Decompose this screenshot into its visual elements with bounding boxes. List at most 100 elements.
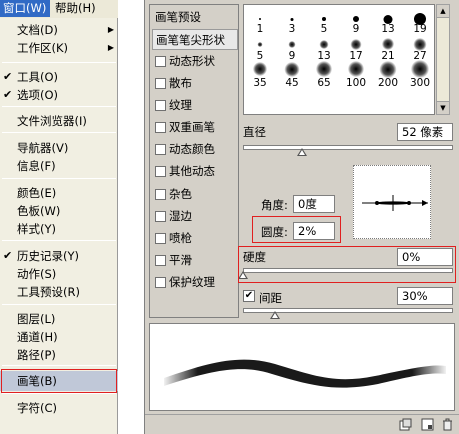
menu-item-channels[interactable]: 通道(H)	[0, 327, 118, 347]
option-protect-texture[interactable]: 保护纹理	[152, 272, 238, 293]
menu-item-label: 图层(L)	[17, 312, 56, 326]
menu-separator	[2, 304, 116, 305]
option-brush-tip-shape[interactable]: 画笔笔尖形状	[152, 29, 238, 50]
brush-preset[interactable]: 17	[340, 34, 372, 62]
option-shape-dynamics[interactable]: 动态形状	[152, 51, 238, 72]
spacing-checkbox[interactable]: ✔	[243, 290, 255, 302]
option-checkbox[interactable]	[155, 100, 166, 111]
option-color-dynamics[interactable]: 动态颜色	[152, 139, 238, 160]
brush-preset[interactable]: 13	[308, 34, 340, 62]
brush-preset[interactable]: 27	[404, 34, 434, 62]
brush-preset[interactable]: 200	[372, 60, 404, 89]
brush-panel: 画笔预设 画笔笔尖形状动态形状散布 纹理 双重画笔动态颜色其他动态 杂色 湿边 喷枪 平滑 保护…	[144, 0, 459, 434]
brush-preset[interactable]: 300	[404, 60, 434, 89]
diameter-label: 直径	[243, 125, 266, 139]
brush-preset[interactable]: 19	[404, 7, 434, 35]
option-airbrush[interactable]: 喷枪	[152, 228, 238, 249]
option-checkbox[interactable]	[155, 189, 166, 200]
diameter-field[interactable]: 52 像素	[397, 123, 453, 141]
menu-item-document[interactable]: 文档(D) ▶	[0, 20, 118, 40]
brush-preset[interactable]: 35	[244, 61, 276, 89]
spacing-field[interactable]: 30%	[397, 287, 453, 305]
option-label: 动态形状	[169, 54, 215, 68]
menu-bar-window[interactable]: 窗口(W)	[0, 0, 50, 17]
brush-tip-swatch	[381, 105, 395, 114]
menu-item-tools[interactable]: 工具(O) ✔	[0, 67, 118, 87]
preset-scrollbar[interactable]: ▲ ▼	[436, 4, 450, 115]
brush-tip-swatch	[284, 61, 300, 77]
option-dual-brush[interactable]: 双重画笔	[152, 117, 238, 138]
menu-item-paths[interactable]: 路径(P)	[0, 345, 118, 365]
menu-item-swatches[interactable]: 色板(W)	[0, 201, 118, 221]
menu-item-character[interactable]: 字符(C)	[0, 398, 118, 418]
option-other-dynamics[interactable]: 其他动态	[152, 161, 238, 182]
diameter-slider[interactable]	[243, 145, 453, 150]
brush-size-label: 35	[253, 77, 267, 89]
menu-item-styles[interactable]: 样式(Y)	[0, 219, 118, 239]
brush-preset[interactable]: 9	[276, 34, 308, 62]
option-checkbox[interactable]	[155, 144, 166, 155]
brush-preset[interactable]: 9	[340, 7, 372, 35]
menu-item-navigator[interactable]: 导航器(V)	[0, 138, 118, 158]
menu-item-label: 历史记录(Y)	[17, 249, 79, 263]
scroll-up-icon[interactable]: ▲	[437, 5, 449, 18]
brush-preset[interactable]: 3	[276, 7, 308, 35]
menu-item-tool-presets[interactable]: 工具预设(R)	[0, 282, 118, 302]
option-noise[interactable]: 杂色	[152, 184, 238, 205]
brush-tip-swatch	[350, 38, 362, 50]
trash-icon[interactable]	[441, 418, 454, 431]
brush-tip-swatch	[253, 105, 267, 114]
option-label: 动态颜色	[169, 142, 215, 156]
menu-item-file-browser[interactable]: 文件浏览器(I)	[0, 111, 118, 131]
option-checkbox[interactable]	[155, 122, 166, 133]
brush-tip-swatch	[382, 38, 394, 50]
brush-preset[interactable]: 5	[308, 7, 340, 35]
menu-item-layers[interactable]: 图层(L)	[0, 309, 118, 329]
option-checkbox[interactable]	[155, 233, 166, 244]
check-icon: ✔	[3, 88, 13, 101]
brush-preset[interactable]: 1	[244, 7, 276, 35]
menu-item-label: 工作区(K)	[17, 41, 69, 55]
brush-preset[interactable]: 21	[372, 34, 404, 62]
angle-roundness-preview[interactable]	[353, 165, 431, 239]
option-scattering[interactable]: 散布	[152, 73, 238, 94]
option-brush-presets[interactable]: 画笔预设	[152, 7, 238, 28]
option-smoothing[interactable]: 平滑	[152, 250, 238, 271]
diameter-slider-thumb[interactable]	[296, 148, 307, 156]
spacing-label: 间距	[259, 291, 282, 305]
angle-field[interactable]: 0度	[293, 195, 335, 213]
menu-bar-help[interactable]: 帮助(H)	[52, 0, 114, 17]
menu-item-workspace[interactable]: 工作区(K) ▶	[0, 38, 118, 58]
option-checkbox[interactable]	[155, 277, 166, 288]
brush-tip-swatch	[319, 39, 329, 49]
option-checkbox[interactable]	[155, 56, 166, 67]
brush-preset[interactable]: 65	[308, 61, 340, 89]
spacing-slider-thumb[interactable]	[269, 311, 280, 319]
brush-preset[interactable]: 45	[276, 61, 308, 89]
menu-item-color[interactable]: 颜色(E)	[0, 183, 118, 203]
brush-tip-swatch	[259, 18, 261, 20]
menu-item-actions[interactable]: 动作(S)	[0, 264, 118, 284]
menu-item-history[interactable]: 历史记录(Y) ✔	[0, 246, 118, 266]
toggle-icon[interactable]	[399, 418, 412, 431]
option-checkbox[interactable]	[155, 255, 166, 266]
brush-preset[interactable]: 13	[372, 7, 404, 35]
brush-tip-swatch	[253, 62, 267, 76]
option-wet-edges[interactable]: 湿边	[152, 206, 238, 227]
menu-item-label: 路径(P)	[17, 348, 56, 362]
brush-stroke-preview	[149, 323, 455, 411]
option-checkbox[interactable]	[155, 166, 166, 177]
menu-item-options[interactable]: 选项(O) ✔	[0, 85, 118, 105]
option-checkbox[interactable]	[155, 211, 166, 222]
menu-separator	[2, 132, 116, 133]
scroll-down-icon[interactable]: ▼	[437, 101, 449, 114]
brush-size-label: 45	[285, 77, 299, 89]
new-brush-icon[interactable]	[421, 418, 434, 431]
brush-preset[interactable]: 100	[340, 61, 372, 89]
menu-item-info[interactable]: 信息(F)	[0, 156, 118, 176]
option-texture[interactable]: 纹理	[152, 95, 238, 116]
menu-separator	[2, 106, 116, 107]
brush-preset[interactable]: 5	[244, 34, 276, 62]
option-checkbox[interactable]	[155, 78, 166, 89]
panel-bottom-bar	[145, 414, 459, 434]
